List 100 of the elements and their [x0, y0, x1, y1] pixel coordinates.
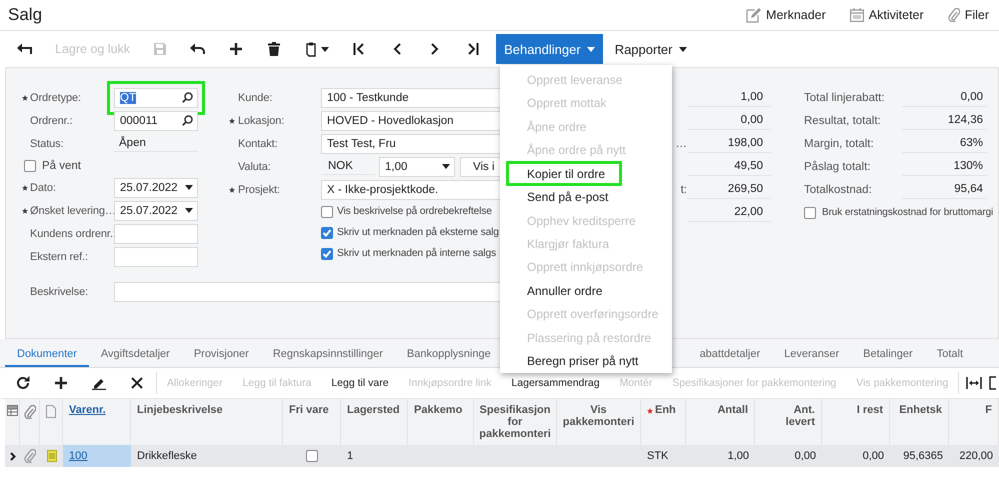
- search-icon[interactable]: [182, 115, 193, 126]
- checkbox[interactable]: [24, 160, 36, 172]
- field-label: Totalkostnad:: [804, 184, 873, 196]
- item-link[interactable]: 100: [69, 450, 88, 462]
- field-label: Lokasjon:: [238, 114, 286, 126]
- date-field[interactable]: 25.07.2022: [114, 200, 198, 220]
- paperclip-icon: [24, 405, 36, 419]
- field-value: 95,64: [902, 180, 987, 199]
- date-field[interactable]: 25.07.2022: [114, 178, 198, 198]
- tab[interactable]: Provisjoner: [182, 348, 261, 367]
- text-field[interactable]: HOVED - Hovedlokasjon: [321, 110, 501, 130]
- field-value: 198,00: [687, 134, 771, 153]
- caret-icon: [320, 46, 329, 52]
- column-header[interactable]: I rest: [856, 404, 883, 416]
- tab[interactable]: abattdetaljer: [688, 348, 772, 367]
- checkbox[interactable]: [306, 450, 318, 462]
- text-field[interactable]: [114, 246, 198, 266]
- text-field[interactable]: [114, 224, 198, 244]
- column-header[interactable]: Enh: [655, 404, 676, 416]
- caret-icon[interactable]: [442, 164, 450, 169]
- column-header[interactable]: Linjebeskrivelse: [137, 404, 223, 416]
- note-icon[interactable]: [46, 450, 56, 462]
- page-icon: [46, 405, 56, 418]
- tab[interactable]: Bankopplysninge: [394, 348, 503, 367]
- caret-icon[interactable]: [185, 185, 193, 190]
- field-value: 1,00: [687, 88, 771, 107]
- caret-icon: [586, 46, 595, 52]
- row-caret-icon[interactable]: [10, 452, 16, 460]
- menu-item[interactable]: Annuller ordre: [507, 279, 618, 303]
- tab[interactable]: Betalinger: [851, 348, 925, 367]
- checkbox-label: På vent: [42, 160, 81, 172]
- field-label: t:: [680, 184, 687, 196]
- field-value: NOK: [323, 158, 375, 175]
- toolbar-button[interactable]: Legg til vare: [321, 370, 399, 396]
- paperclip-icon: [948, 8, 960, 22]
- lookup-field[interactable]: 000011: [114, 110, 198, 130]
- checkbox[interactable]: [321, 206, 333, 218]
- column-header[interactable]: Enhetsk: [899, 404, 942, 416]
- dropdown-field[interactable]: 1,00: [379, 156, 455, 176]
- calendar-icon: [850, 8, 864, 22]
- search-icon[interactable]: [182, 92, 193, 103]
- caret-icon[interactable]: [185, 208, 193, 213]
- field-label: Påslag totalt:: [804, 160, 872, 172]
- checkbox[interactable]: [804, 206, 816, 218]
- tab[interactable]: Avgiftsdetaljer: [88, 348, 182, 367]
- field-label: Kontakt:: [238, 138, 279, 150]
- field-value: 0,00: [687, 111, 771, 130]
- field-value: 0,00: [902, 88, 987, 107]
- field-value: 269,50: [687, 180, 771, 199]
- field-label: Status:: [30, 138, 65, 150]
- field-label: Ekstern ref.:: [30, 250, 89, 262]
- column-header[interactable]: Varenr.: [69, 404, 106, 416]
- tab[interactable]: Leveranser: [772, 348, 852, 367]
- page-title: Salg: [8, 5, 42, 25]
- field-label: Margin, totalt:: [804, 138, 875, 150]
- tab[interactable]: Totalt: [924, 348, 975, 367]
- text-field[interactable]: Test Test, Fru: [321, 134, 501, 154]
- clipboard-icon: [304, 42, 317, 56]
- field-value: 22,00: [687, 203, 771, 222]
- checkbox[interactable]: [321, 226, 333, 238]
- field-label: Ordrenr.:: [30, 114, 74, 126]
- header-link[interactable]: Merknader: [746, 8, 826, 22]
- note-pencil-icon: [746, 8, 762, 22]
- table-cell: 0,00: [755, 445, 822, 467]
- column-header[interactable]: F: [985, 404, 992, 416]
- text-field[interactable]: 100 - Testkunde: [321, 88, 501, 108]
- column-header[interactable]: Pakkemo: [414, 404, 462, 416]
- table-cell: STK: [641, 445, 686, 467]
- caret-icon: [678, 46, 686, 52]
- checkbox[interactable]: [321, 248, 333, 260]
- menu-button[interactable]: Rapporter: [606, 34, 694, 64]
- checkbox-label: Bruk erstatningskostnad for bruttomargi: [822, 207, 994, 218]
- table-cell: 1,00: [686, 445, 755, 467]
- menu-item[interactable]: Kopier til ordre: [507, 162, 622, 186]
- header-link[interactable]: Filer: [948, 8, 989, 22]
- menu-item[interactable]: Send på e-post: [507, 185, 624, 209]
- tab[interactable]: Dokumenter: [5, 348, 89, 367]
- view-button[interactable]: Vis i: [460, 156, 501, 176]
- field-value: Åpen: [114, 135, 198, 152]
- paperclip-icon[interactable]: [24, 449, 36, 463]
- text-field[interactable]: [114, 282, 501, 302]
- header-link[interactable]: Aktiviteter: [850, 8, 924, 22]
- field-label: Kunde:: [238, 92, 274, 104]
- field-label: Dato:: [30, 182, 57, 194]
- column-header[interactable]: Antall: [717, 404, 748, 416]
- text-field[interactable]: X - Ikke-prosjektkode.: [321, 180, 501, 200]
- field-label: Resultat, totalt:: [804, 114, 882, 126]
- field-label: Valuta:: [238, 160, 272, 172]
- checkbox-label: Skriv ut merknaden på eksterne salg: [337, 227, 499, 238]
- menu-button[interactable]: Behandlinger: [496, 34, 603, 64]
- field-label: Total linjerabatt:: [804, 92, 886, 104]
- tab[interactable]: Regnskapsinnstillinger: [260, 348, 395, 367]
- table-cell: 1: [341, 445, 408, 467]
- table-cell: 0,00: [822, 445, 890, 467]
- column-header[interactable]: Fri vare: [289, 404, 329, 416]
- field-value: 63%: [902, 134, 987, 153]
- table-cell: 220,00: [949, 445, 999, 467]
- table-icon: [6, 405, 18, 416]
- checkbox-label: Vis beskrivelse på ordrebekreftelse: [337, 206, 492, 217]
- table-cell: 95,6365: [890, 445, 949, 467]
